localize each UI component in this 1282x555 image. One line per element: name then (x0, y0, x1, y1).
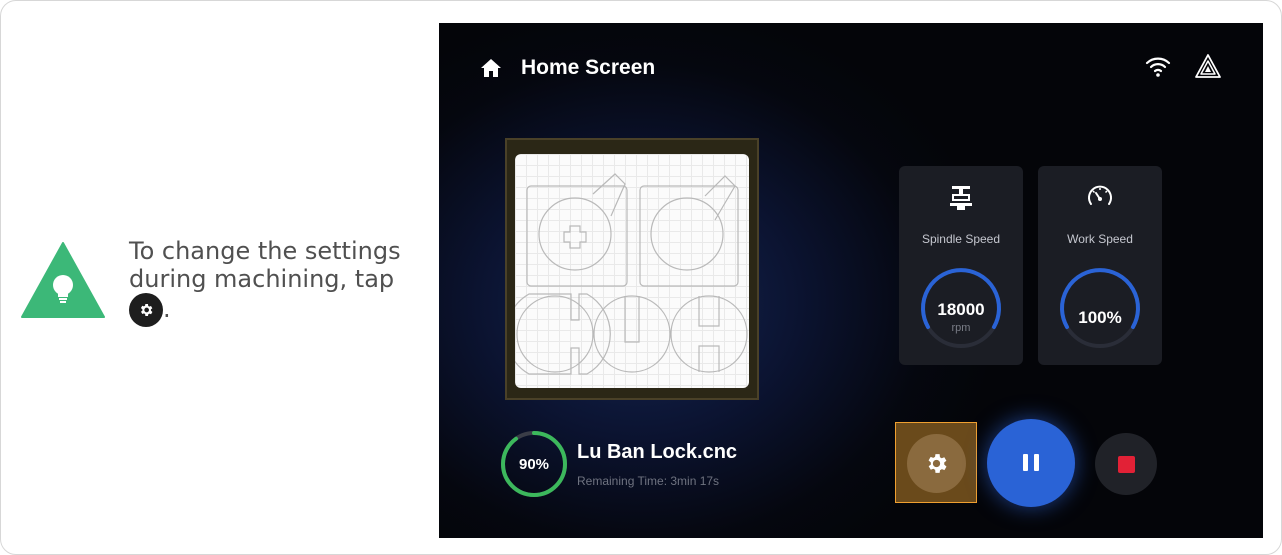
work-speed-value: 100% (1078, 308, 1122, 327)
tutorial-frame: To change the settings during machining,… (0, 0, 1282, 555)
spindle-speed-label: Spindle Speed (921, 232, 1001, 246)
spindle-speed-value: 18000 (937, 300, 985, 319)
speedometer-icon (1088, 185, 1112, 205)
pause-icon (1023, 454, 1028, 471)
pause-button[interactable] (987, 419, 1075, 507)
job-progress-text: 90% (518, 456, 550, 473)
settings-button[interactable] (895, 422, 977, 503)
page-title: Home Screen (521, 56, 656, 79)
pause-icon-bar (1034, 454, 1039, 471)
job-file-name: Lu Ban Lock.cnc (577, 441, 738, 463)
job-remaining-time: Remaining Time: 3min 17s (577, 474, 720, 488)
work-speed-card[interactable]: Work Speed 100% (1038, 166, 1162, 365)
toolpath-preview (515, 154, 749, 388)
work-speed-label: Work Speed (1067, 232, 1133, 246)
gear-icon (129, 293, 163, 327)
device-screen: Home Screen Spindle Speed 18000 rpm Work… (439, 23, 1263, 538)
home-icon[interactable] (479, 56, 503, 80)
tip-text: To change the settings during machining,… (129, 237, 419, 327)
wifi-icon (1145, 57, 1171, 77)
tip-message: To change the settings during machining,… (129, 237, 401, 293)
spindle-icon (950, 186, 972, 210)
spindle-speed-card[interactable]: Spindle Speed 18000 rpm (899, 166, 1023, 365)
lightbulb-icon (21, 242, 105, 318)
gear-icon (928, 454, 947, 473)
settings-button-circle[interactable] (907, 434, 966, 493)
stop-button[interactable] (1095, 433, 1157, 495)
tip-suffix: . (163, 295, 171, 323)
brand-logo-icon (1195, 54, 1221, 78)
stop-icon (1118, 456, 1135, 473)
spindle-speed-unit: rpm (951, 322, 971, 334)
toolpath-drawing (515, 173, 748, 375)
